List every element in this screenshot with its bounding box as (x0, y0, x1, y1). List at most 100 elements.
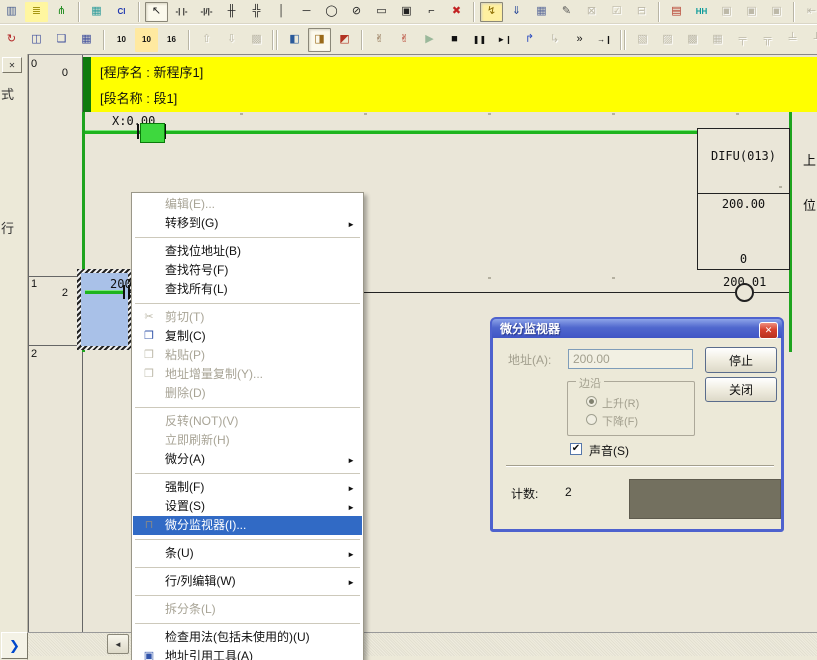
aux-window-icon-2[interactable]: ▣ (740, 2, 763, 22)
close-button[interactable]: 关闭 (705, 377, 777, 402)
transfer-partial-icon[interactable]: ⊟ (630, 2, 653, 22)
rack-module-icon-5[interactable]: ╤ (731, 28, 754, 52)
menu-item-address-increment-copy[interactable]: ❒地址增量复制(Y)... (133, 365, 362, 384)
rack-module-icon-3[interactable]: ▩ (681, 28, 704, 52)
clipped-left-icon[interactable]: ▥ (0, 2, 23, 22)
new-coil-icon[interactable]: ◯ (320, 2, 343, 22)
section-list-icon[interactable]: ≣ (25, 2, 48, 22)
run-icon[interactable]: ▶ (418, 28, 441, 52)
rung-number: 0 (31, 58, 37, 70)
rack-module-icon-7[interactable]: ╧ (781, 28, 804, 52)
menu-item-copy[interactable]: ❐复制(C) (133, 327, 362, 346)
menu-item-paste[interactable]: ❒粘贴(P) (133, 346, 362, 365)
address-input[interactable]: 200.00 (568, 349, 693, 369)
hex-format-icon[interactable]: 16 (160, 28, 183, 52)
new-instruction-block-icon[interactable]: ▣ (395, 2, 418, 22)
menu-item-address-reference-tool[interactable]: ▣地址引用工具(A) (133, 647, 362, 660)
rack-module-icon-6[interactable]: ╦ (756, 28, 779, 52)
new-block-icon[interactable]: ⌐ (420, 2, 443, 22)
transfer-cancel-icon[interactable]: ⊠ (580, 2, 603, 22)
delete-icon[interactable]: ✖ (445, 2, 468, 22)
rack-module-icon-2[interactable]: ▨ (656, 28, 679, 52)
sound-checkbox[interactable]: ✔ (570, 443, 582, 455)
menu-item-goto[interactable]: 转移到(G)► (133, 214, 362, 233)
new-closed-contact-icon[interactable]: -|/|- (195, 2, 218, 22)
contact-x000[interactable] (140, 123, 165, 143)
menu-item-force[interactable]: 强制(F)► (133, 478, 362, 497)
menu-item-edit[interactable]: 编辑(E)... (133, 195, 362, 214)
pause-monitor-icon[interactable]: ✌ (368, 28, 391, 52)
new-contact-icon[interactable]: -| |- (170, 2, 193, 22)
bookmark-icon[interactable]: ◫ (25, 28, 48, 52)
dialog-titlebar[interactable]: 微分监视器 (492, 319, 782, 338)
step-run-icon[interactable]: ►❙ (493, 28, 516, 52)
output-coil-20001[interactable] (735, 283, 754, 302)
io-table-icon[interactable]: ▤ (665, 2, 688, 22)
work-online-icon[interactable]: ↯ (480, 2, 503, 22)
form-window-icon[interactable]: ❑ (50, 28, 73, 52)
menu-item-differential-monitor[interactable]: ⊓微分监视器(I)... (133, 516, 362, 535)
panel-close-button[interactable]: ✕ (2, 57, 22, 73)
project-tree-icon[interactable]: ⋔ (50, 2, 73, 22)
grid-window-icon[interactable]: ▦ (75, 28, 98, 52)
rack-module-icon-8[interactable]: ╨ (806, 28, 817, 52)
transfer-to-plc-icon[interactable]: ⇓ (505, 2, 528, 22)
forced-decimal-format-icon[interactable]: 10 (135, 28, 158, 52)
step-out-icon[interactable]: ↳ (543, 28, 566, 52)
menu-item-find-symbol[interactable]: 查找符号(F) (133, 261, 362, 280)
replace-icon[interactable]: ↻ (0, 28, 23, 52)
online-edit-icon[interactable]: ◨ (308, 28, 331, 52)
program-window-icon[interactable]: ◧ (283, 28, 306, 52)
menu-item-row-column-edit[interactable]: 行/列编辑(W)► (133, 572, 362, 591)
arrow-left-icon: ◄ (114, 640, 122, 649)
dialog-close-button[interactable]: ✕ (759, 322, 778, 339)
select-mode-icon[interactable]: ↖ (145, 2, 168, 22)
next-reference-icon[interactable]: ⇩ (220, 28, 243, 52)
rack-module-icon-4[interactable]: ▦ (706, 28, 729, 52)
prev-reference-icon[interactable]: ⇧ (195, 28, 218, 52)
falling-edge-label: 下降(F) (602, 413, 638, 429)
falling-edge-radio[interactable] (586, 414, 597, 425)
new-or-contact-icon[interactable]: ╫ (220, 2, 243, 22)
fast-forward-icon[interactable]: » (568, 28, 591, 52)
menu-item-rung[interactable]: 条(U)► (133, 544, 362, 563)
run-to-end-icon[interactable]: →❙ (593, 28, 616, 52)
cancel-forced-icon[interactable]: ✌ (393, 28, 416, 52)
rack-module-icon-1[interactable]: ▧ (631, 28, 654, 52)
menu-item-check-usage[interactable]: 检查用法(包括未使用的)(U) (133, 628, 362, 647)
new-vertical-icon[interactable]: │ (270, 2, 293, 22)
pause-icon[interactable]: ❚❚ (468, 28, 491, 52)
watch-window-icon[interactable]: HH (690, 2, 713, 22)
menu-item-delete[interactable]: 删除(D) (133, 384, 362, 403)
menu-item-cut[interactable]: ✂剪切(T) (133, 308, 362, 327)
aux-window-icon-1[interactable]: ▣ (715, 2, 738, 22)
reference-report-icon[interactable]: ▩ (245, 28, 268, 52)
menu-item-find-all[interactable]: 查找所有(L) (133, 280, 362, 299)
stop-button[interactable]: 停止 (705, 347, 777, 373)
mnemonics-view-icon[interactable]: ▦ (85, 2, 108, 22)
transfer-ok-icon[interactable]: ☑ (605, 2, 628, 22)
new-or-closed-contact-icon[interactable]: ╬ (245, 2, 268, 22)
rising-edge-radio[interactable] (586, 396, 597, 407)
cancel-online-edit-icon[interactable]: ◩ (333, 28, 356, 52)
menu-item-split-rung[interactable]: 拆分条(L) (133, 600, 362, 619)
monitor-mode-icon[interactable]: ▦ (530, 2, 553, 22)
panel-expand-button[interactable]: ❯ (1, 632, 28, 659)
difu-instruction-block[interactable]: DIFU(013) 200.00 0 (697, 128, 790, 270)
scroll-left-button[interactable]: ◄ (107, 634, 129, 654)
new-instruction-icon[interactable]: ▭ (370, 2, 393, 22)
stop-icon[interactable]: ■ (443, 28, 466, 52)
aux-window-icon-3[interactable]: ▣ (765, 2, 788, 22)
ci-view-icon[interactable]: CI (110, 2, 133, 22)
compile-icon[interactable]: ✎ (555, 2, 578, 22)
outdent-icon[interactable]: ⇤ (800, 2, 817, 22)
new-horizontal-icon[interactable]: ─ (295, 2, 318, 22)
menu-item-find-bit-address[interactable]: 查找位地址(B) (133, 242, 362, 261)
menu-item-immediate-refresh[interactable]: 立即刷新(H) (133, 431, 362, 450)
menu-item-differentiate[interactable]: 微分(A)► (133, 450, 362, 469)
menu-item-invert-not[interactable]: 反转(NOT)(V) (133, 412, 362, 431)
menu-item-set[interactable]: 设置(S)► (133, 497, 362, 516)
new-closed-coil-icon[interactable]: ⊘ (345, 2, 368, 22)
decimal-format-icon[interactable]: 10 (110, 28, 133, 52)
step-into-icon[interactable]: ↱ (518, 28, 541, 52)
